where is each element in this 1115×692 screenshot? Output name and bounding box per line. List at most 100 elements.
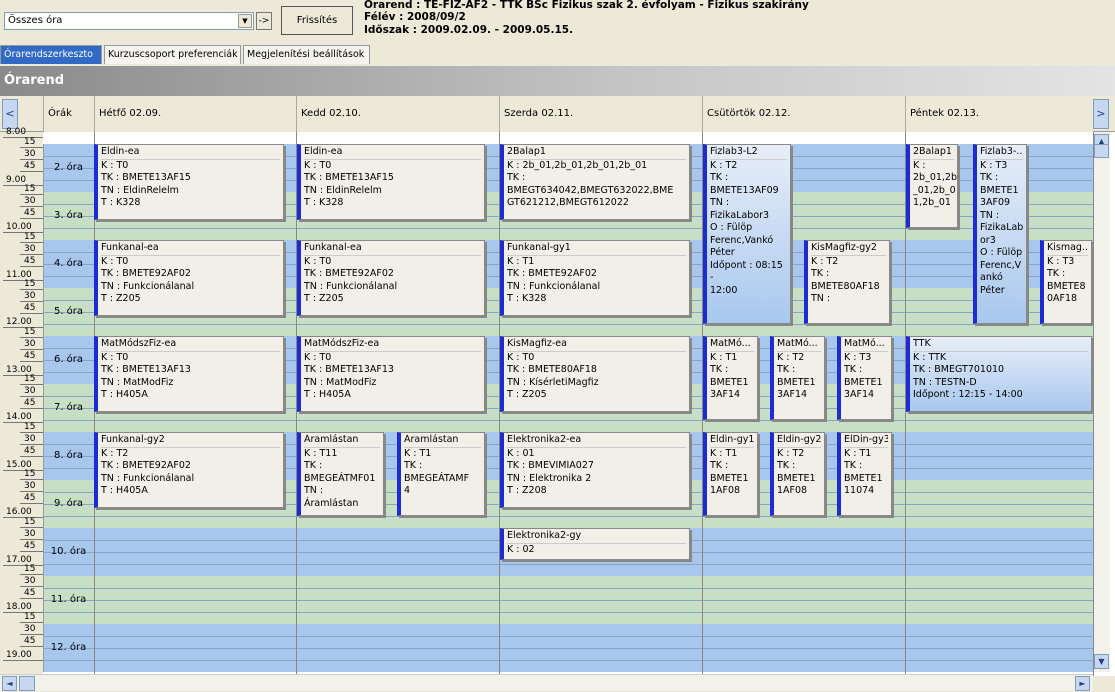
event-detail: TN : Áramlástan — [304, 485, 359, 509]
period-label: 4. óra — [43, 240, 93, 288]
tab-kurzuscsoport[interactable]: Kurzuscsoport preferenciák — [104, 45, 241, 64]
course-event[interactable]: 2Balap1 K : 2b_01,2b_01,2b_01,2b_01 TK : BM… — [500, 144, 690, 220]
chevron-down-icon[interactable]: ▼ — [238, 14, 252, 28]
event-detail: 3AF14 — [777, 389, 808, 400]
course-event[interactable]: KisMagfiz-gy2 K : T2 TK : BMETE80AF18 TN : — [804, 240, 890, 324]
day-header-monday: Hétfő 02.09. — [94, 96, 296, 132]
orak-header: Órák — [43, 96, 94, 132]
quarter-label: 30 — [20, 577, 43, 588]
course-event[interactable]: Funkanal-gy1 K : T1 TK : BMETE92AF02 TN : F… — [500, 240, 690, 316]
event-detail: TN : Funkcionálanal — [507, 280, 601, 292]
day-header-tuesday: Kedd 02.10. — [296, 96, 499, 132]
hour-label: 10.00 — [3, 223, 43, 233]
event-detail: TN : Funkcionálanal — [101, 280, 195, 292]
event-detail: BMETE1 — [980, 184, 1019, 196]
event-detail: T : Z205 — [507, 389, 547, 400]
scroll-thumb[interactable] — [1094, 144, 1109, 158]
vertical-scrollbar[interactable]: ▲ ▼ — [1093, 132, 1110, 672]
course-event[interactable]: Áramlástan K : T11 TK : BMEGEÁTMF01 TN : Ára… — [297, 432, 384, 516]
quarter-label: 15 — [20, 422, 43, 433]
event-detail: K : T2 — [101, 447, 129, 459]
event-detail: K : 02 — [507, 543, 535, 555]
course-event[interactable]: Eldin-gy1 K : T1 TK : BMETE1 1AF08 — [703, 432, 758, 516]
event-detail: K : T3 — [1047, 255, 1075, 267]
event-detail: TK : BMEVIMIA027 — [507, 460, 594, 471]
event-detail: TK : — [404, 460, 423, 471]
course-event[interactable]: TTK K : TTK TK : BMEGT701010 TN : TESTN-D Id… — [906, 336, 1092, 412]
event-detail: TK : BMETE13AF15 — [101, 172, 191, 183]
course-event[interactable]: Eldin-ea K : T0 TK : BMETE13AF15 TN : Eldin… — [94, 144, 284, 220]
quarter-label: 45 — [20, 636, 43, 647]
tab-megjelenites[interactable]: Megjelenítési beállítások — [243, 45, 370, 64]
refresh-button[interactable]: Frissítés — [281, 6, 353, 35]
course-event[interactable]: Elektronika2-ea K : 01 TK : BMEVIMIA027 TN … — [500, 432, 690, 508]
event-title: KisMagfiz-ea — [507, 338, 686, 352]
event-detail: K : T2 — [777, 351, 805, 363]
event-detail: K : T0 — [101, 255, 129, 267]
event-detail: TK : — [777, 460, 796, 471]
event-title: ElDin-gy3 — [844, 434, 888, 448]
event-detail: FizikaLab — [980, 222, 1024, 233]
next-week-button[interactable]: > — [1093, 99, 1109, 129]
go-button[interactable]: -> — [256, 12, 272, 30]
event-detail: TK : — [844, 364, 863, 375]
scroll-left-icon[interactable]: ◄ — [2, 676, 17, 691]
quarter-line — [43, 648, 1093, 649]
event-detail: K : T0 — [304, 255, 332, 267]
period-label: 3. óra — [43, 192, 93, 240]
course-event[interactable]: MatMó... K : T1 TK : BMETE1 3AF14 — [703, 336, 758, 420]
event-detail: TK : BMETE92AF02 — [101, 460, 191, 471]
quarter-label: 15 — [20, 185, 43, 196]
course-filter-dropdown[interactable]: Összes óra ▼ — [4, 12, 254, 30]
event-detail: Időpont : 12:15 - 14:00 — [913, 389, 1023, 400]
scroll-right-icon[interactable]: ► — [1075, 676, 1090, 691]
event-detail: BMEGT634042,BMEGT632022,BME — [507, 184, 674, 196]
course-event[interactable]: MatMódszFiz-ea K : T0 TK : BMETE13AF13 TN :… — [297, 336, 485, 412]
course-event[interactable]: MatMó... K : T2 TK : BMETE1 3AF14 — [770, 336, 825, 420]
course-event[interactable]: Fizlab3-... K : T3 TK : BMETE1 3AF09 TN : Fizi… — [973, 144, 1027, 324]
quarter-label: 45 — [20, 161, 43, 172]
quarter-label: 30 — [20, 387, 43, 398]
event-detail: T : Z205 — [101, 293, 141, 304]
event-detail: TK : BMETE92AF02 — [304, 268, 394, 279]
event-detail: TN : KísérletiMagfiz — [507, 376, 599, 388]
course-event[interactable]: MatMódszFiz-ea K : T0 TK : BMETE13AF13 TN :… — [94, 336, 284, 412]
event-title: Áramlástan — [404, 434, 481, 448]
event-detail: TK : — [710, 364, 729, 375]
quarter-label: 15 — [20, 232, 43, 243]
event-detail: TK : BMEGT701010 — [913, 364, 1005, 375]
course-event[interactable]: Funkanal-gy2 K : T2 TK : BMETE92AF02 TN : F… — [94, 432, 284, 508]
period-label: 5. óra — [43, 288, 93, 336]
course-event[interactable]: Kismag... K : T3 TK : BMETE8 0AF18 — [1040, 240, 1092, 324]
course-event[interactable]: Eldin-ea K : T0 TK : BMETE13AF15 TN : Eldin… — [297, 144, 485, 220]
event-detail: 12:00 — [710, 284, 738, 296]
course-event[interactable]: Fizlab3-L2 K : T2 TK : BMETE13AF09 TN : Fizik… — [703, 144, 791, 324]
course-event[interactable]: Áramlástan K : T1 TK : BMEGEÁTAMF 4 — [397, 432, 485, 516]
course-event[interactable]: Eldin-gy2 K : T2 TK : BMETE1 1AF08 — [770, 432, 825, 516]
course-event[interactable]: Elektronika2-gy K : 02 — [500, 528, 690, 560]
event-title: Eldin-gy1 — [710, 434, 754, 448]
event-detail: or3 — [980, 234, 996, 246]
course-event[interactable]: 2Balap1 K :2b_01,2b _01,2b_0 1,2b_01 — [906, 144, 958, 228]
event-detail: K : 2b_01,2b_01,2b_01,2b_01 — [507, 159, 648, 171]
course-event[interactable]: Funkanal-ea K : T0 TK : BMETE92AF02 TN : Fu… — [297, 240, 485, 316]
course-event[interactable]: Funkanal-ea K : T0 TK : BMETE92AF02 TN : Fu… — [94, 240, 284, 316]
event-detail: K : T0 — [304, 351, 332, 363]
tab-orarendszerkeszto[interactable]: Órarendszerkeszto — [0, 45, 102, 64]
quarter-label: 45 — [20, 541, 43, 552]
event-detail: BMEGEÁTAMF — [404, 472, 470, 484]
event-detail: 1AF08 — [777, 485, 808, 496]
event-title: Eldin-ea — [304, 146, 481, 160]
event-title: Áramlástan — [304, 434, 380, 448]
prev-week-button[interactable]: < — [2, 99, 18, 129]
course-event[interactable]: KisMagfiz-ea K : T0 TK : BMETE80AF18 TN : K… — [500, 336, 690, 412]
course-event[interactable]: ElDin-gy3 K : T1 TK : BMETE1 11074 — [837, 432, 892, 516]
event-detail: TK : — [777, 364, 796, 375]
event-title: MatMó... — [844, 338, 888, 352]
event-detail: BMETE8 — [1047, 280, 1086, 292]
event-detail: TK : BMETE13AF13 — [101, 364, 191, 375]
scroll-down-icon[interactable]: ▼ — [1094, 654, 1109, 669]
hscroll-thumb[interactable] — [19, 676, 35, 691]
course-event[interactable]: MatMó... K : T3 TK : BMETE1 3AF14 — [837, 336, 892, 420]
horizontal-scrollbar[interactable]: ◄ ► — [0, 674, 1093, 691]
